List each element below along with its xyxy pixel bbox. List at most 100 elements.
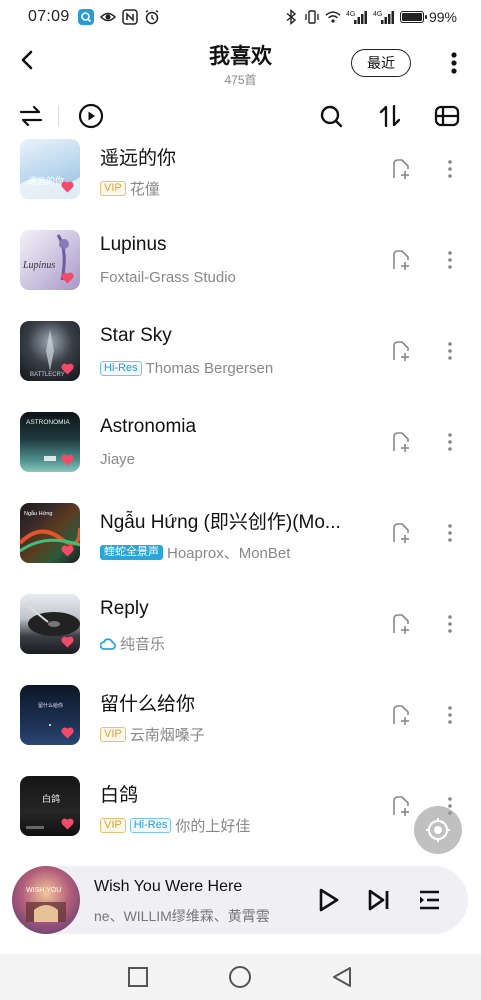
- battery-icon: [399, 11, 427, 23]
- song-subtitle: 蝰蛇全景声 Hoaprox、MonBet: [100, 542, 290, 563]
- vibrate-icon: [304, 9, 320, 25]
- battery-percent: 99%: [428, 9, 457, 25]
- song-row[interactable]: BATTLECRY Star Sky Hi-Res Thomas Bergers…: [0, 321, 481, 412]
- search-app-icon: [77, 9, 94, 25]
- song-artist: 云南烟嗓子: [129, 727, 205, 744]
- song-more-button[interactable]: [438, 610, 462, 638]
- status-time: 07:09: [28, 8, 70, 25]
- heart-icon: [61, 454, 74, 466]
- add-to-playlist-icon: [393, 796, 409, 816]
- play-button[interactable]: [314, 886, 342, 914]
- nfc-icon: [121, 9, 138, 25]
- add-to-playlist-button[interactable]: [389, 157, 413, 181]
- play-all-button[interactable]: [77, 102, 105, 130]
- wifi-icon: [325, 9, 341, 25]
- shuffle-icon: [19, 105, 43, 127]
- song-row[interactable]: Lupinus Lupinus Foxtail-Grass Studio: [0, 230, 481, 321]
- back-button[interactable]: [14, 46, 42, 74]
- home-button[interactable]: [227, 964, 253, 990]
- song-artist: 你的上好佳: [175, 818, 251, 835]
- toolbar-divider: [58, 106, 59, 126]
- playlist-button[interactable]: [416, 886, 444, 914]
- song-row[interactable]: Reply 纯音乐: [0, 594, 481, 685]
- batch-manage-icon: [434, 105, 460, 127]
- add-to-playlist-icon: [393, 341, 409, 361]
- add-to-playlist-button[interactable]: [389, 794, 413, 818]
- locate-current-song-button[interactable]: [414, 806, 462, 854]
- search-button[interactable]: [317, 102, 345, 130]
- mini-player[interactable]: WISH YOU Wish You Were Here ne、WILLIM缪维霖…: [12, 866, 468, 934]
- album-cover: 遥远的你: [20, 139, 80, 199]
- album-cover: Ngẫu Hứng: [20, 503, 80, 563]
- now-playing-cover: WISH YOU: [12, 866, 80, 934]
- now-playing-artist: ne、WILLIM缪维霖、黄霄雲: [94, 908, 270, 924]
- song-title: 白鸽: [100, 785, 139, 806]
- song-row[interactable]: Ngẫu Hứng Ngẫu Hứng (即兴创作)(Mo... 蝰蛇全景声 H…: [0, 503, 481, 594]
- add-to-playlist-icon: [393, 523, 409, 543]
- sort-button[interactable]: [376, 102, 404, 130]
- svg-text:Ngẫu Hứng: Ngẫu Hứng: [24, 510, 52, 517]
- song-artist: 花僮: [129, 181, 160, 198]
- spatial-audio-badge: 蝰蛇全景声: [100, 545, 163, 560]
- heart-icon: [61, 818, 74, 830]
- cloud-icon: [100, 637, 116, 651]
- song-subtitle: Hi-Res Thomas Bergersen: [100, 360, 273, 377]
- play-circle-icon: [78, 103, 104, 129]
- svg-text:4G: 4G: [373, 11, 382, 18]
- song-row[interactable]: 白鸽 白鸽 VIP Hi-Res 你的上好佳: [0, 776, 481, 860]
- add-to-playlist-icon: [393, 705, 409, 725]
- song-subtitle: Foxtail-Grass Studio: [100, 269, 236, 286]
- song-subtitle: 纯音乐: [100, 633, 165, 654]
- song-more-button[interactable]: [438, 155, 462, 183]
- song-more-button[interactable]: [438, 519, 462, 547]
- add-to-playlist-icon: [393, 432, 409, 452]
- album-cover: [20, 594, 80, 654]
- more-options-button[interactable]: [442, 48, 466, 78]
- song-row[interactable]: ASTRONOMIA Astronomia Jiaye: [0, 412, 481, 503]
- more-vertical-icon: [448, 160, 452, 178]
- song-title: 遥远的你: [100, 148, 177, 169]
- shuffle-button[interactable]: [17, 102, 45, 130]
- hires-badge: Hi-Res: [100, 361, 142, 376]
- list-toolbar: [0, 96, 481, 136]
- song-artist: Hoaprox、MonBet: [167, 545, 291, 562]
- song-more-button[interactable]: [438, 701, 462, 729]
- song-row[interactable]: 遥远的你 遥远的你 VIP 花僮: [0, 139, 481, 230]
- now-playing-title: Wish You Were Here: [94, 878, 243, 895]
- batch-manage-button[interactable]: [433, 102, 461, 130]
- add-to-playlist-button[interactable]: [389, 521, 413, 545]
- add-to-playlist-button[interactable]: [389, 248, 413, 272]
- svg-text:BATTLECRY: BATTLECRY: [30, 372, 65, 378]
- song-title: Star Sky: [100, 325, 172, 346]
- add-to-playlist-button[interactable]: [389, 339, 413, 363]
- song-row[interactable]: 留什么给你 留什么给你 VIP 云南烟嗓子: [0, 685, 481, 776]
- recent-apps-button[interactable]: [125, 964, 151, 990]
- recent-button[interactable]: 最近: [351, 49, 411, 77]
- song-more-button[interactable]: [438, 246, 462, 274]
- back-nav-button[interactable]: [329, 964, 355, 990]
- album-cover: Lupinus: [20, 230, 80, 290]
- add-to-playlist-button[interactable]: [389, 430, 413, 454]
- svg-text:WISH YOU: WISH YOU: [26, 887, 61, 894]
- vip-badge: VIP: [100, 727, 126, 742]
- song-more-button[interactable]: [438, 337, 462, 365]
- more-vertical-icon: [448, 433, 452, 451]
- album-cover: 白鸽: [20, 776, 80, 836]
- play-icon: [319, 888, 339, 912]
- add-to-playlist-icon: [393, 614, 409, 634]
- add-to-playlist-button[interactable]: [389, 612, 413, 636]
- heart-icon: [61, 272, 74, 284]
- song-more-button[interactable]: [438, 428, 462, 456]
- more-vertical-icon: [448, 342, 452, 360]
- song-artist: Foxtail-Grass Studio: [100, 269, 236, 286]
- next-button[interactable]: [365, 886, 393, 914]
- song-title: Reply: [100, 598, 149, 619]
- signal-4g-icon: 4G: [346, 9, 368, 25]
- eye-icon: [99, 9, 116, 25]
- svg-text:ASTRONOMIA: ASTRONOMIA: [26, 419, 70, 426]
- add-to-playlist-button[interactable]: [389, 703, 413, 727]
- vip-badge: VIP: [100, 818, 126, 833]
- song-artist: 纯音乐: [120, 636, 166, 653]
- song-artist: Thomas Bergersen: [145, 360, 274, 377]
- header: 我喜欢 475首 最近: [0, 34, 481, 90]
